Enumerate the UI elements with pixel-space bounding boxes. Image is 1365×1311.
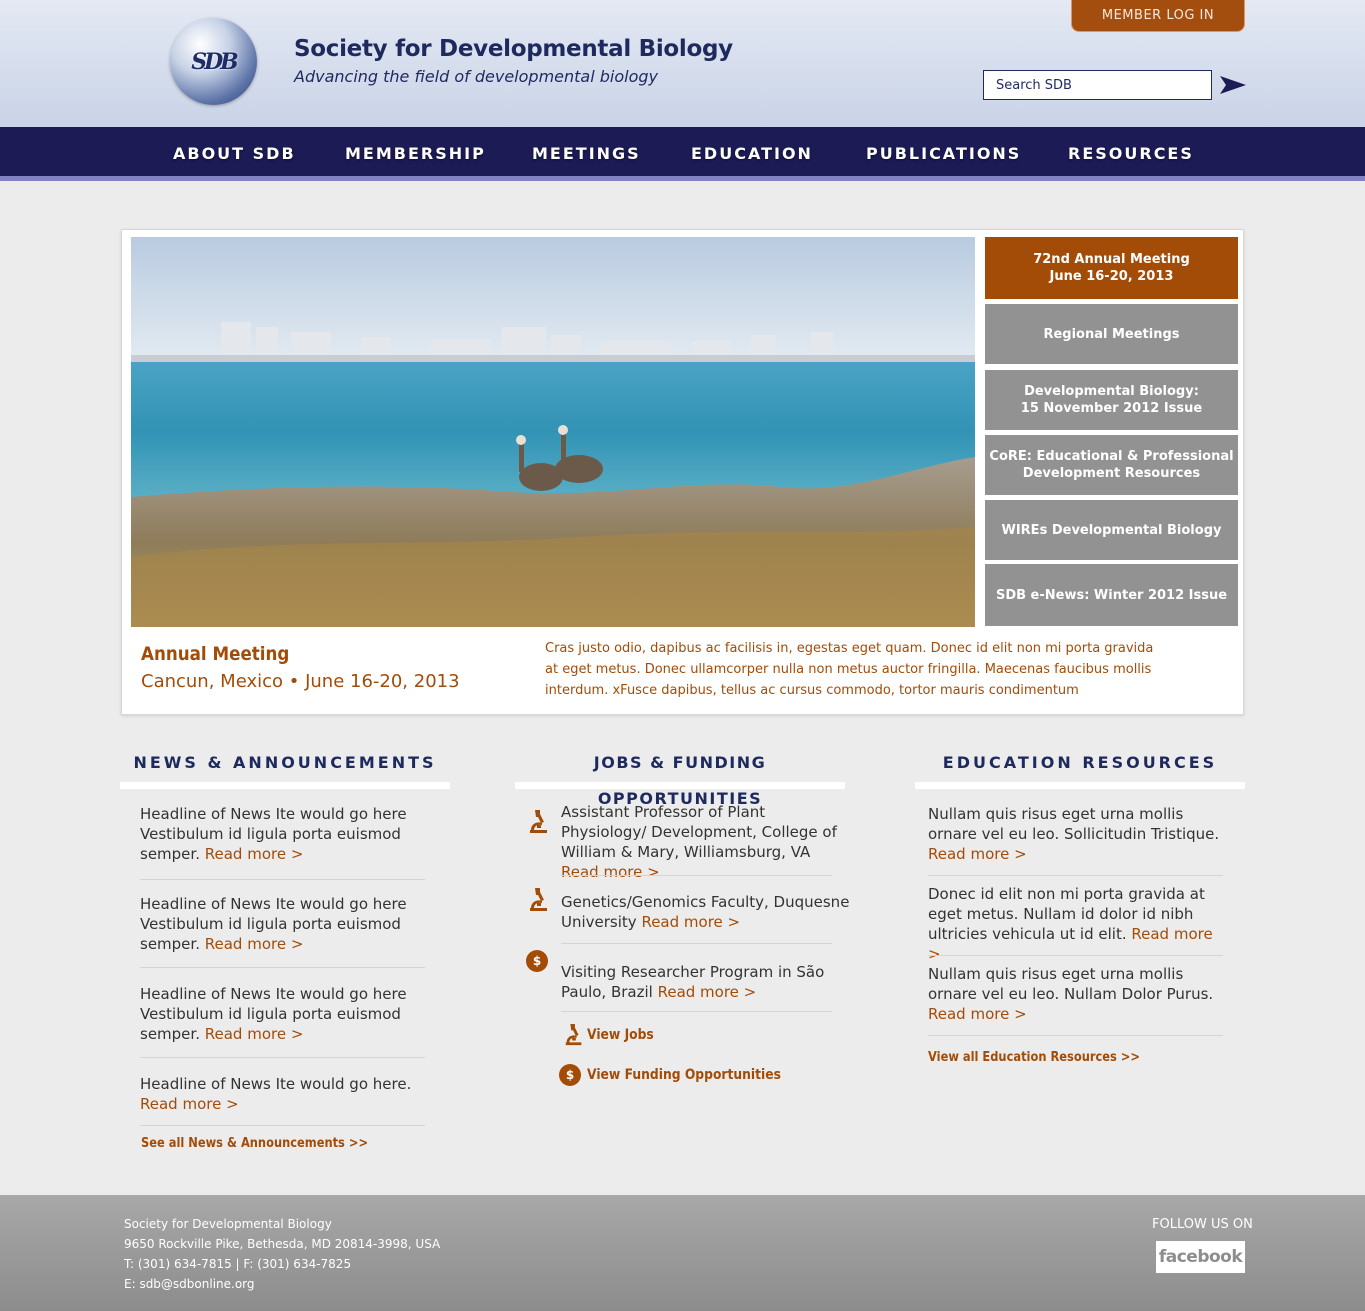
divider [928, 1035, 1223, 1036]
nav-membership[interactable]: MEMBERSHIP [345, 127, 486, 181]
news-item: Headline of News Ite would go here Vesti… [140, 805, 407, 863]
feature-caption-subtitle: Cancun, Mexico • June 16-20, 2013 [141, 671, 460, 692]
divider [140, 879, 425, 880]
site-tagline: Advancing the field of developmental bio… [294, 67, 658, 86]
nav-about-sdb[interactable]: ABOUT SDB [173, 127, 296, 181]
footer-phone: T: (301) 634-7815 | F: (301) 634-7825 [124, 1257, 352, 1271]
main-nav: ABOUT SDB MEMBERSHIP MEETINGS EDUCATION … [0, 127, 1365, 181]
search-arrow-icon[interactable] [1220, 74, 1246, 96]
divider [140, 967, 425, 968]
view-funding-link[interactable]: View Funding Opportunities [587, 1067, 781, 1083]
feature-caption-text: Cras justo odio, dapibus ac facilisis in… [545, 641, 1154, 698]
hero-image-pelicans[interactable] [131, 237, 975, 627]
nav-resources[interactable]: RESOURCES [1068, 127, 1194, 181]
side-link-core-resources[interactable]: CoRE: Educational & Professional Develop… [985, 435, 1238, 495]
job-listing: Assistant Professor of Plant Physiology/… [561, 803, 837, 881]
dollar-icon: $ [559, 1064, 581, 1086]
read-more-link[interactable]: Read more > [205, 845, 304, 863]
nav-meetings[interactable]: MEETINGS [532, 127, 641, 181]
read-more-link[interactable]: Read more > [658, 983, 757, 1001]
side-link-enews[interactable]: SDB e-News: Winter 2012 Issue [985, 564, 1238, 626]
microscope-icon [530, 810, 547, 833]
divider [140, 1125, 425, 1126]
read-more-link[interactable]: Read more > [561, 863, 660, 881]
side-link-developmental-biology-issue[interactable]: Developmental Biology: 15 November 2012 … [985, 370, 1238, 430]
education-item: Donec id elit non mi porta gravida at eg… [928, 885, 1213, 963]
read-more-link[interactable]: Read more > [928, 845, 1027, 863]
nav-education[interactable]: EDUCATION [691, 127, 813, 181]
nav-publications[interactable]: PUBLICATIONS [866, 127, 1021, 181]
logo-monogram: SDB [191, 48, 239, 75]
footer-address: 9650 Rockville Pike, Bethesda, MD 20814-… [124, 1237, 441, 1251]
divider [561, 875, 832, 876]
member-login-button[interactable]: MEMBER LOG IN [1071, 0, 1245, 32]
read-more-link[interactable]: Read more > [641, 913, 740, 931]
feature-panel: 72nd Annual Meeting June 16-20, 2013 Reg… [121, 229, 1244, 715]
microscope-icon [530, 888, 547, 911]
job-listing: Genetics/Genomics Faculty, Duquesne Univ… [561, 893, 850, 931]
education-heading: EDUCATION RESOURCES [915, 745, 1245, 789]
divider [928, 875, 1223, 876]
news-heading: NEWS & ANNOUNCEMENTS [120, 745, 450, 789]
divider [928, 955, 1223, 956]
job-listing: Visiting Researcher Program in São Paulo… [561, 963, 825, 1001]
facebook-link[interactable]: facebook [1156, 1241, 1245, 1273]
education-item: Nullam quis risus eget urna mollis ornar… [928, 965, 1214, 1023]
see-all-news-link[interactable]: See all News & Announcements >> [141, 1136, 368, 1151]
sdb-logo[interactable]: SDB [170, 18, 257, 105]
side-link-regional-meetings[interactable]: Regional Meetings [985, 304, 1238, 364]
read-more-link[interactable]: Read more > [205, 1025, 304, 1043]
site-header: SDB Society for Developmental Biology Ad… [0, 0, 1365, 127]
read-more-link[interactable]: Read more > [205, 935, 304, 953]
news-item: Headline of News Ite would go here. Read … [140, 1075, 412, 1113]
read-more-link[interactable]: Read more > [928, 1005, 1027, 1023]
side-link-wires[interactable]: WIREs Developmental Biology [985, 500, 1238, 560]
site-title[interactable]: Society for Developmental Biology [294, 36, 733, 62]
site-footer: Society for Developmental Biology 9650 R… [0, 1195, 1365, 1311]
feature-caption-title: Annual Meeting [141, 643, 290, 665]
side-link-annual-meeting[interactable]: 72nd Annual Meeting June 16-20, 2013 [985, 237, 1238, 299]
search-input[interactable] [983, 70, 1212, 100]
news-item: Headline of News Ite would go here Vesti… [140, 895, 407, 953]
news-item: Headline of News Ite would go here Vesti… [140, 985, 407, 1043]
dollar-icon: $ [526, 950, 548, 972]
footer-org-name: Society for Developmental Biology [124, 1217, 332, 1231]
divider [140, 1057, 425, 1058]
view-all-education-link[interactable]: View all Education Resources >> [928, 1050, 1140, 1065]
divider [561, 943, 832, 944]
microscope-icon [565, 1024, 582, 1046]
footer-email[interactable]: E: sdb@sdbonline.org [124, 1277, 255, 1291]
education-item: Nullam quis risus eget urna mollis ornar… [928, 805, 1220, 863]
follow-us-label: FOLLOW US ON [1152, 1217, 1253, 1232]
read-more-link[interactable]: Read more > [140, 1095, 239, 1113]
divider [561, 1011, 832, 1012]
jobs-heading: JOBS & FUNDING OPPORTUNITIES [515, 745, 845, 808]
view-jobs-link[interactable]: View Jobs [587, 1027, 654, 1043]
